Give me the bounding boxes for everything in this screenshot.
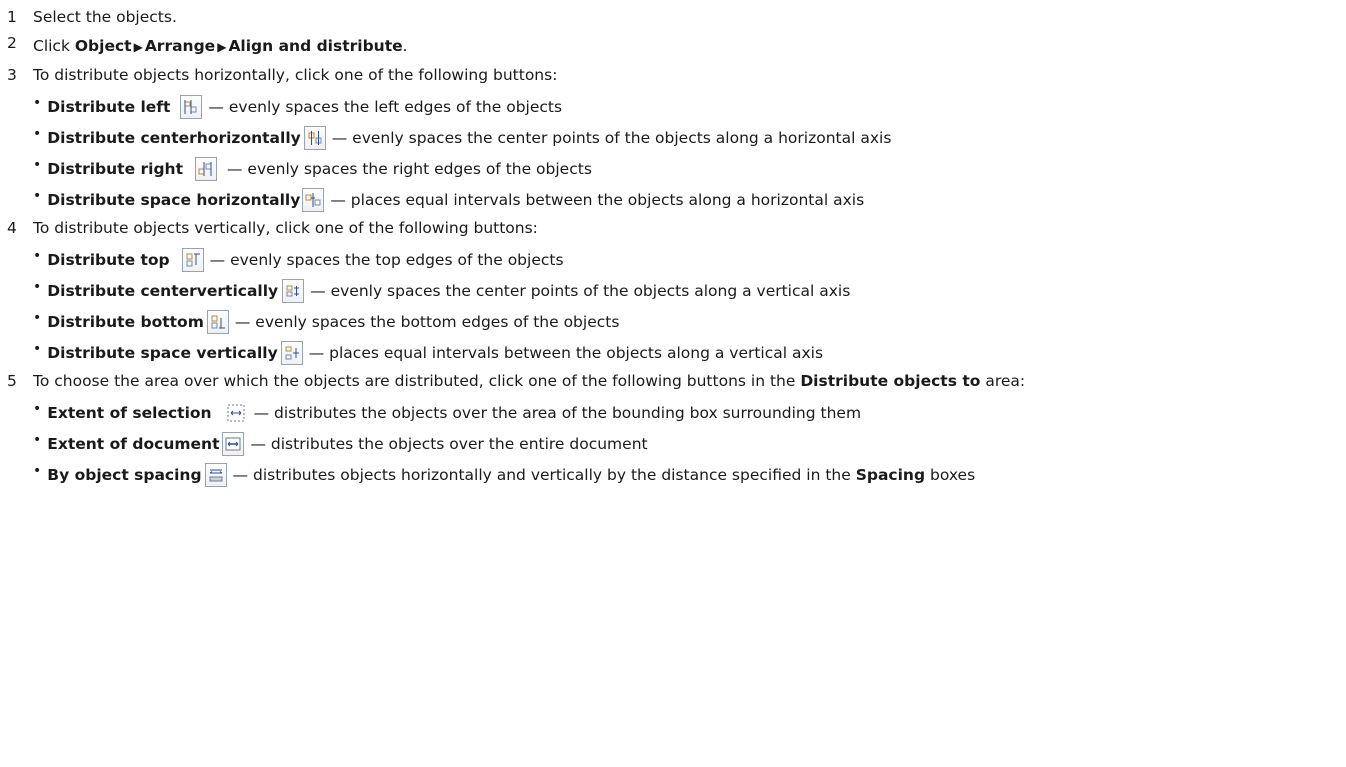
bullet: • — [33, 95, 42, 111]
bullet: • — [33, 341, 42, 357]
item-label: Extent of selection — [47, 404, 212, 422]
bullet: • — [33, 157, 42, 173]
item-description: — evenly spaces the top edges of the obj… — [209, 251, 564, 269]
step-text: To distribute objects horizontally, clic… — [33, 66, 558, 84]
list-item: • Distribute right — evenly spaces the r… — [33, 156, 592, 182]
menu-arrange: Arrange — [144, 37, 216, 55]
step-number: 3 — [7, 66, 17, 84]
distribute-center-horizontally-icon[interactable] — [303, 126, 326, 150]
step-text: To distribute objects vertically, click … — [33, 219, 538, 237]
step-number: 2 — [7, 34, 17, 52]
list-item: • Distribute left — evenly spaces the le… — [33, 94, 562, 120]
list-item: • Distribute top — evenly spaces the top… — [33, 247, 564, 273]
list-item: • Extent of selection — distributes the … — [33, 400, 861, 426]
item-label: Distribute centervertically — [47, 282, 279, 300]
item-description: — distributes the objects over the area … — [253, 404, 862, 422]
item-label: By object spacing — [47, 466, 202, 484]
item-description: — evenly spaces the center points of the… — [310, 282, 851, 300]
item-description: — evenly spaces the right edges of the o… — [226, 160, 592, 178]
step-text-pre: Click — [33, 37, 75, 55]
item-description: — places equal intervals between the obj… — [308, 344, 824, 362]
item-description: — evenly spaces the bottom edges of the … — [234, 313, 620, 331]
item-description-post: boxes — [925, 466, 976, 484]
step-number: 1 — [7, 8, 17, 26]
menu-object: Object — [74, 37, 132, 55]
list-item: • Distribute space horizontally — places… — [33, 187, 864, 213]
item-label: Extent of document — [47, 435, 220, 453]
step-text: Select the objects. — [33, 8, 177, 26]
item-label: Distribute top — [47, 251, 170, 269]
item-label: Distribute left — [47, 98, 171, 116]
item-description: — places equal intervals between the obj… — [330, 191, 865, 209]
item-description: — distributes the objects over the entir… — [250, 435, 648, 453]
bullet: • — [33, 279, 42, 295]
step-text: Click Object ▶ Arrange ▶ Align and distribut… — [33, 36, 408, 57]
item-description-pre: — distributes objects horizontally and v… — [232, 466, 856, 484]
item-label: Distribute bottom — [47, 313, 204, 331]
menu-align-and-distribute: Align and distribute — [228, 37, 403, 55]
bullet: • — [33, 310, 42, 326]
list-item: • Distribute bottom — evenly spaces the … — [33, 309, 619, 335]
bullet: • — [33, 401, 42, 417]
list-item: • Extent of document — distributes the o… — [33, 431, 648, 457]
spacing-label: Spacing — [855, 466, 926, 484]
item-label: Distribute centerhorizontally — [47, 129, 301, 147]
menu-separator-icon: ▶ — [217, 40, 227, 54]
list-item: • Distribute space vertically — places e… — [33, 340, 823, 366]
distribute-bottom-icon[interactable] — [206, 310, 229, 334]
distribute-space-horizontally-icon[interactable] — [302, 188, 325, 212]
item-label: Distribute right — [47, 160, 183, 178]
bullet: • — [33, 248, 42, 264]
distribute-objects-to-label: Distribute objects to — [800, 372, 981, 390]
item-label: Distribute space horizontally — [47, 191, 301, 209]
bullet: • — [33, 463, 42, 479]
item-description: — evenly spaces the left edges of the ob… — [208, 98, 563, 116]
distribute-space-vertically-icon[interactable] — [280, 341, 303, 365]
step-text-post: . — [402, 37, 408, 55]
menu-separator-icon: ▶ — [133, 40, 143, 54]
list-item: • Distribute centervertically — evenly s… — [33, 278, 850, 304]
distribute-center-vertically-icon[interactable] — [282, 279, 305, 303]
bullet: • — [33, 432, 42, 448]
step-text: To choose the area over which the object… — [33, 371, 1025, 391]
item-description: — evenly spaces the center points of the… — [331, 129, 892, 147]
step-text-post: area: — [980, 372, 1026, 390]
distribute-left-icon[interactable] — [180, 95, 203, 119]
list-item: • Distribute centerhorizontally — evenly… — [33, 125, 891, 151]
bullet: • — [33, 126, 42, 142]
extent-of-document-icon[interactable] — [222, 432, 245, 456]
step-number: 4 — [7, 219, 17, 237]
list-item: • By object spacing — distributes object… — [33, 462, 975, 488]
step-number: 5 — [7, 372, 17, 390]
distribute-top-icon[interactable] — [181, 248, 204, 272]
bullet: • — [33, 188, 42, 204]
item-description: — distributes objects horizontally and v… — [233, 465, 976, 485]
by-object-spacing-icon[interactable] — [204, 463, 227, 487]
step-text-pre: To choose the area over which the object… — [33, 372, 801, 390]
distribute-right-icon[interactable] — [194, 157, 217, 181]
extent-of-selection-icon[interactable] — [225, 401, 248, 425]
item-label: Distribute space vertically — [47, 344, 278, 362]
